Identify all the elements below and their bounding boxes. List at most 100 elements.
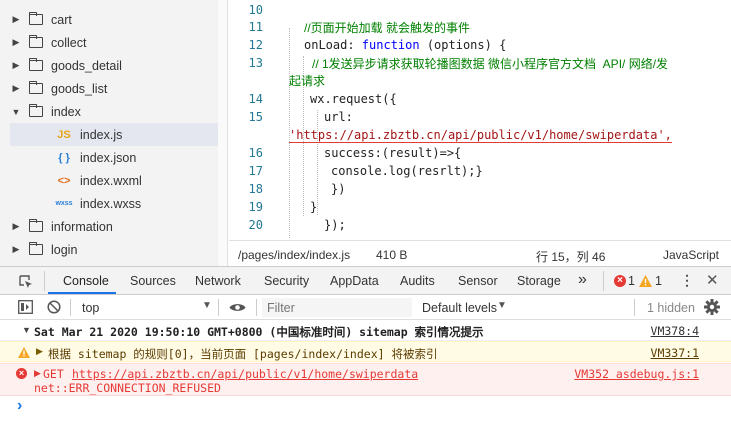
warning-count[interactable]: 1 xyxy=(655,274,662,288)
console-message-warning: ▶ 根据 sitemap 的规则[0]，当前页面 [pages/index/in… xyxy=(0,341,731,362)
expand-arrow-icon[interactable]: ▶ xyxy=(34,368,41,379)
tab-console[interactable]: Console xyxy=(63,274,109,288)
code-text: (options) { xyxy=(419,38,507,52)
message-source-link[interactable]: VM337:1 xyxy=(651,346,699,360)
console-message-error: × ▶ GET https://api.zbztb.cn/api/public/… xyxy=(0,363,731,396)
chevron-right-icon: ▶ xyxy=(12,37,20,47)
folder-icon xyxy=(28,242,43,255)
folder-icon xyxy=(28,35,43,48)
tab-storage[interactable]: Storage xyxy=(517,274,561,288)
line-number: 20 xyxy=(248,218,263,232)
tree-item-label: collect xyxy=(51,35,87,50)
tab-divider xyxy=(603,271,604,291)
sidebar-toggle-icon[interactable] xyxy=(18,300,33,314)
tree-item-index-js[interactable]: JS index.js xyxy=(10,123,218,146)
tree-scrollbar[interactable] xyxy=(218,0,227,266)
prompt-chevron-icon: › xyxy=(17,397,23,414)
js-file-icon: JS xyxy=(57,128,71,141)
error-text: net::ERR_CONNECTION_REFUSED xyxy=(34,381,221,395)
tree-item-label: index.js xyxy=(80,127,123,142)
line-number: 14 xyxy=(248,92,263,106)
error-icon[interactable]: × xyxy=(614,275,626,287)
file-size: 410 B xyxy=(376,248,408,262)
tree-item-label: goods_detail xyxy=(51,58,122,73)
console-toolbar: top ▼ Default levels ▼ 1 hidden xyxy=(0,295,731,320)
console-message-info: ▼ Sat Mar 21 2020 19:50:10 GMT+0800 (中国标… xyxy=(0,320,731,341)
code-line: wx.request({ xyxy=(310,92,397,106)
chevron-right-icon: ▶ xyxy=(12,244,20,254)
tree-item-collect[interactable]: ▶ collect xyxy=(10,31,218,54)
message-text: 根据 sitemap 的规则[0]，当前页面 [pages/index/inde… xyxy=(48,347,438,361)
language-mode[interactable]: JavaScript xyxy=(663,248,719,262)
request-method: GET xyxy=(43,367,64,381)
tab-security[interactable]: Security xyxy=(264,274,309,288)
inspect-element-icon[interactable] xyxy=(18,274,34,290)
tab-appdata[interactable]: AppData xyxy=(330,274,379,288)
tree-item-index[interactable]: ▼ index xyxy=(10,100,218,123)
expand-arrow-icon[interactable]: ▶ xyxy=(36,346,43,357)
warning-icon[interactable] xyxy=(639,275,652,287)
chevron-right-icon: ▶ xyxy=(12,83,20,93)
tree-item-label: goods_list xyxy=(51,81,108,96)
tab-sources[interactable]: Sources xyxy=(130,274,176,288)
tab-network[interactable]: Network xyxy=(195,274,241,288)
line-number: 15 xyxy=(248,110,263,124)
code-line: } xyxy=(310,200,318,214)
tree-item-index-json[interactable]: { } index.json xyxy=(10,146,218,169)
console-output[interactable]: ▼ Sat Mar 21 2020 19:50:10 GMT+0800 (中国标… xyxy=(0,320,731,433)
request-url-link[interactable]: https://api.zbztb.cn/api/public/v1/home/… xyxy=(72,367,418,381)
code-comment: //页面开始加载 就会触发的事件 xyxy=(304,21,471,35)
wxss-file-icon: wxss xyxy=(55,200,73,207)
message-source-link[interactable]: VM352 asdebug.js:1 xyxy=(574,367,699,381)
close-icon[interactable]: ✕ xyxy=(706,271,719,289)
chevron-down-icon[interactable]: ▼ xyxy=(497,300,507,311)
console-prompt[interactable]: › xyxy=(0,396,731,418)
eye-icon[interactable] xyxy=(229,302,246,313)
code-line: console.log(resrlt);} xyxy=(331,164,483,178)
tree-item-label: cart xyxy=(51,12,72,27)
warning-icon xyxy=(18,347,30,358)
filter-input[interactable] xyxy=(262,298,412,317)
cursor-position[interactable]: 行 15，列 46 xyxy=(536,248,605,265)
toolbar-divider xyxy=(218,299,219,316)
message-text: Sat Mar 21 2020 19:50:10 GMT+0800 (中国标准时… xyxy=(34,325,484,339)
tree-item-index-wxss[interactable]: wxss index.wxss xyxy=(10,192,218,215)
folder-icon xyxy=(28,81,43,94)
kebab-menu-icon[interactable]: ⋮ xyxy=(680,272,694,289)
context-select[interactable]: top xyxy=(82,301,99,315)
chevron-down-icon: ▼ xyxy=(11,106,21,117)
toolbar-divider xyxy=(634,299,635,316)
chevron-down-icon[interactable]: ▼ xyxy=(202,300,212,311)
code-line: onLoad: function (options) { xyxy=(304,38,506,52)
tree-item-index-wxml[interactable]: <> index.wxml xyxy=(10,169,218,192)
line-number: 16 xyxy=(248,146,263,160)
toolbar-divider xyxy=(256,299,257,316)
more-tabs-button[interactable]: » xyxy=(578,271,587,289)
code-line: url: xyxy=(324,110,353,124)
tree-item-goods-detail[interactable]: ▶ goods_detail xyxy=(10,54,218,77)
wxml-file-icon: <> xyxy=(57,174,71,187)
clear-console-icon[interactable] xyxy=(47,300,61,314)
chevron-right-icon: ▶ xyxy=(12,14,20,24)
tab-sensor[interactable]: Sensor xyxy=(458,274,498,288)
toolbar-divider xyxy=(70,299,71,316)
message-source-link[interactable]: VM378:4 xyxy=(651,324,699,338)
gear-icon[interactable] xyxy=(704,299,720,315)
tree-item-cart[interactable]: ▶ cart xyxy=(10,8,218,31)
error-count[interactable]: 1 xyxy=(628,274,635,288)
code-editor[interactable]: 10 11 //页面开始加载 就会触发的事件 12 onLoad: functi… xyxy=(229,0,731,240)
tab-audits[interactable]: Audits xyxy=(400,274,435,288)
log-levels-select[interactable]: Default levels xyxy=(422,301,497,315)
code-comment: // 1发送异步请求获取轮播图数据 微信小程序官方文档 API/ 网络/发 xyxy=(312,57,669,71)
line-number: 17 xyxy=(248,164,263,178)
tree-item-cut-off xyxy=(10,0,218,6)
devtools-tab-bar: Console Sources Network Security AppData… xyxy=(0,266,731,295)
expand-arrow-icon[interactable]: ▼ xyxy=(22,325,31,335)
tree-item-goods-list[interactable]: ▶ goods_list xyxy=(10,77,218,100)
line-number: 13 xyxy=(248,56,263,70)
tree-item-label: information xyxy=(51,219,113,234)
tree-item-login[interactable]: ▶ login xyxy=(10,238,218,261)
code-line: }); xyxy=(324,218,346,232)
folder-icon xyxy=(28,58,43,71)
tree-item-information[interactable]: ▶ information xyxy=(10,215,218,238)
